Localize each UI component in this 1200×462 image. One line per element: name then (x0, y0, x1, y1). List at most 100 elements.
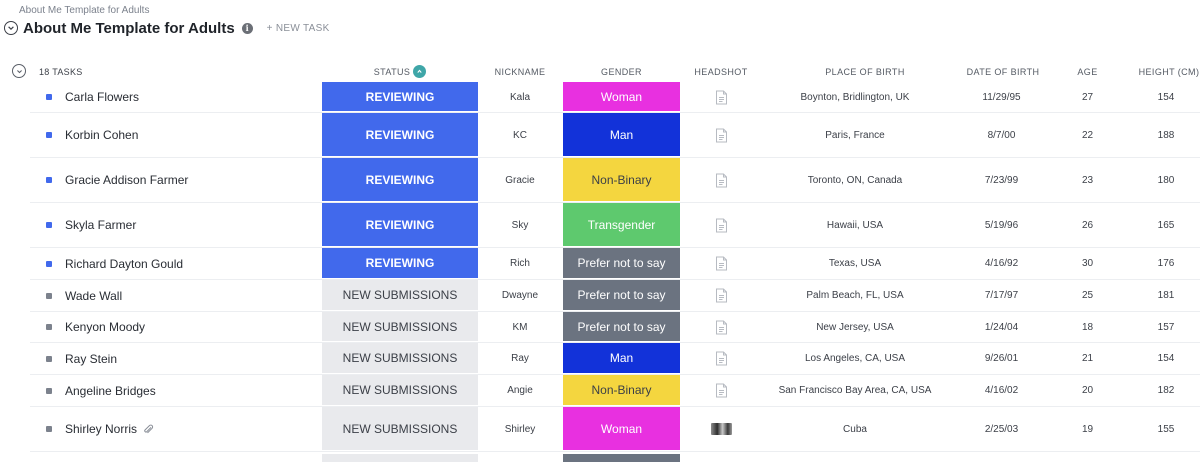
height-cell[interactable]: 155 (1150, 407, 1182, 451)
headshot-cell[interactable] (700, 280, 742, 311)
column-header-gender[interactable]: GENDER (563, 67, 680, 77)
table-row[interactable]: Korbin Cohen REVIEWING KC Man Paris, France 8… (30, 113, 1200, 158)
age-cell[interactable]: 23 (1070, 158, 1105, 202)
age-cell[interactable]: 25 (1070, 280, 1105, 311)
date-of-birth-cell[interactable]: 1/24/04 (970, 312, 1033, 342)
breadcrumb[interactable]: About Me Template for Adults (19, 5, 149, 16)
task-name-cell[interactable]: Kenyon Moody (65, 312, 145, 342)
status-cell[interactable]: NEW SUBMISSIONS (322, 407, 478, 451)
height-cell[interactable]: 154 (1150, 343, 1182, 374)
gender-cell[interactable] (563, 454, 680, 462)
headshot-thumbnail[interactable] (710, 423, 732, 435)
nickname-cell[interactable]: Shirley (478, 407, 562, 451)
task-name[interactable]: Richard Dayton Gould (65, 257, 183, 271)
status-cell[interactable]: REVIEWING (322, 113, 478, 157)
task-name[interactable]: Angeline Bridges (65, 384, 156, 398)
task-name[interactable]: Korbin Cohen (65, 128, 138, 142)
nickname-cell[interactable]: Gracie (478, 158, 562, 202)
headshot-cell[interactable] (700, 113, 742, 157)
nickname-cell[interactable]: KM (478, 312, 562, 342)
nickname-cell[interactable]: Ray (478, 343, 562, 374)
new-task-button[interactable]: + NEW TASK (267, 23, 330, 34)
task-name-cell[interactable]: Gracie Addison Farmer (65, 158, 188, 202)
file-icon[interactable] (715, 90, 728, 105)
status-cell[interactable]: NEW SUBMISSIONS (322, 280, 478, 311)
column-header-headshot[interactable]: HEADSHOT (690, 67, 752, 77)
age-cell[interactable]: 30 (1070, 248, 1105, 279)
task-name-cell[interactable]: Korbin Cohen (65, 113, 138, 157)
task-name[interactable]: Gracie Addison Farmer (65, 173, 188, 187)
headshot-cell[interactable] (700, 158, 742, 202)
place-of-birth-cell[interactable]: New Jersey, USA (775, 312, 935, 342)
height-cell[interactable]: 165 (1150, 203, 1182, 247)
headshot-cell[interactable] (700, 343, 742, 374)
gender-cell[interactable]: Prefer not to say (563, 248, 680, 279)
height-cell[interactable]: 188 (1150, 113, 1182, 157)
place-of-birth-cell[interactable]: Palm Beach, FL, USA (775, 280, 935, 311)
gender-cell[interactable]: Prefer not to say (563, 312, 680, 342)
file-icon[interactable] (715, 128, 728, 143)
column-header-height[interactable]: HEIGHT (CM) (1138, 67, 1200, 77)
age-cell[interactable]: 21 (1070, 343, 1105, 374)
gender-cell[interactable]: Man (563, 113, 680, 157)
date-of-birth-cell[interactable]: 9/26/01 (970, 343, 1033, 374)
file-icon[interactable] (715, 218, 728, 233)
task-name-cell[interactable]: Ray Stein (65, 343, 117, 374)
age-cell[interactable]: 18 (1070, 312, 1105, 342)
place-of-birth-cell[interactable]: Cuba (775, 407, 935, 451)
column-header-place-of-birth[interactable]: PLACE OF BIRTH (785, 67, 945, 77)
status-cell[interactable]: REVIEWING (322, 203, 478, 247)
task-name-cell[interactable]: Carla Flowers (65, 82, 139, 112)
column-header-status[interactable]: STATUS (322, 64, 478, 78)
gender-cell[interactable]: Woman (563, 82, 680, 112)
status-cell[interactable]: NEW SUBMISSIONS (322, 375, 478, 406)
gender-cell[interactable]: Man (563, 343, 680, 374)
date-of-birth-cell[interactable]: 4/16/92 (970, 248, 1033, 279)
place-of-birth-cell[interactable]: Boynton, Bridlington, UK (775, 82, 935, 112)
headshot-cell[interactable] (700, 375, 742, 406)
age-cell[interactable]: 26 (1070, 203, 1105, 247)
nickname-cell[interactable]: KC (478, 113, 562, 157)
group-collapse-button[interactable] (12, 64, 26, 78)
height-cell[interactable]: 176 (1150, 248, 1182, 279)
age-cell[interactable]: 22 (1070, 113, 1105, 157)
height-cell[interactable]: 157 (1150, 312, 1182, 342)
column-header-date-of-birth[interactable]: DATE OF BIRTH (963, 67, 1043, 77)
place-of-birth-cell[interactable]: Toronto, ON, Canada (775, 158, 935, 202)
table-row[interactable]: Skyla Farmer REVIEWING Sky Transgender Hawai… (30, 203, 1200, 248)
date-of-birth-cell[interactable]: 7/17/97 (970, 280, 1033, 311)
file-icon[interactable] (715, 256, 728, 271)
gender-cell[interactable]: Woman (563, 407, 680, 451)
sort-ascending-icon[interactable] (413, 64, 427, 78)
table-row[interactable]: Kenyon Moody NEW SUBMISSIONS KM Prefer not … (30, 312, 1200, 343)
file-icon[interactable] (715, 351, 728, 366)
table-row[interactable]: Ray Stein NEW SUBMISSIONS Ray Man Los Angele… (30, 343, 1200, 375)
gender-cell[interactable]: Non-Binary (563, 375, 680, 406)
task-name-cell[interactable]: Richard Dayton Gould (65, 248, 183, 279)
task-name[interactable]: Shirley Norris (65, 422, 137, 436)
status-cell[interactable]: REVIEWING (322, 158, 478, 202)
age-cell[interactable]: 27 (1070, 82, 1105, 112)
task-name[interactable]: Kenyon Moody (65, 320, 145, 334)
nickname-cell[interactable]: Rich (478, 248, 562, 279)
age-cell[interactable]: 19 (1070, 407, 1105, 451)
nickname-cell[interactable]: Kala (478, 82, 562, 112)
headshot-cell[interactable] (700, 248, 742, 279)
table-row[interactable]: Richard Dayton Gould REVIEWING Rich Prefer … (30, 248, 1200, 280)
headshot-cell[interactable] (700, 312, 742, 342)
table-row[interactable]: Wade Wall NEW SUBMISSIONS Dwayne Prefer not… (30, 280, 1200, 312)
task-name-cell[interactable]: Shirley Norris (65, 407, 154, 451)
place-of-birth-cell[interactable]: San Francisco Bay Area, CA, USA (775, 375, 935, 406)
place-of-birth-cell[interactable]: Hawaii, USA (775, 203, 935, 247)
column-header-age[interactable]: AGE (1070, 67, 1105, 77)
status-cell[interactable]: REVIEWING (322, 82, 478, 112)
task-name[interactable]: Carla Flowers (65, 90, 139, 104)
nickname-cell[interactable]: Sky (478, 203, 562, 247)
headshot-cell[interactable] (700, 82, 742, 112)
height-cell[interactable]: 182 (1150, 375, 1182, 406)
gender-cell[interactable]: Non-Binary (563, 158, 680, 202)
gender-cell[interactable]: Transgender (563, 203, 680, 247)
file-icon[interactable] (715, 320, 728, 335)
table-row[interactable]: Carla Flowers REVIEWING Kala Woman Boynton, … (30, 82, 1200, 113)
task-name[interactable]: Skyla Farmer (65, 218, 136, 232)
